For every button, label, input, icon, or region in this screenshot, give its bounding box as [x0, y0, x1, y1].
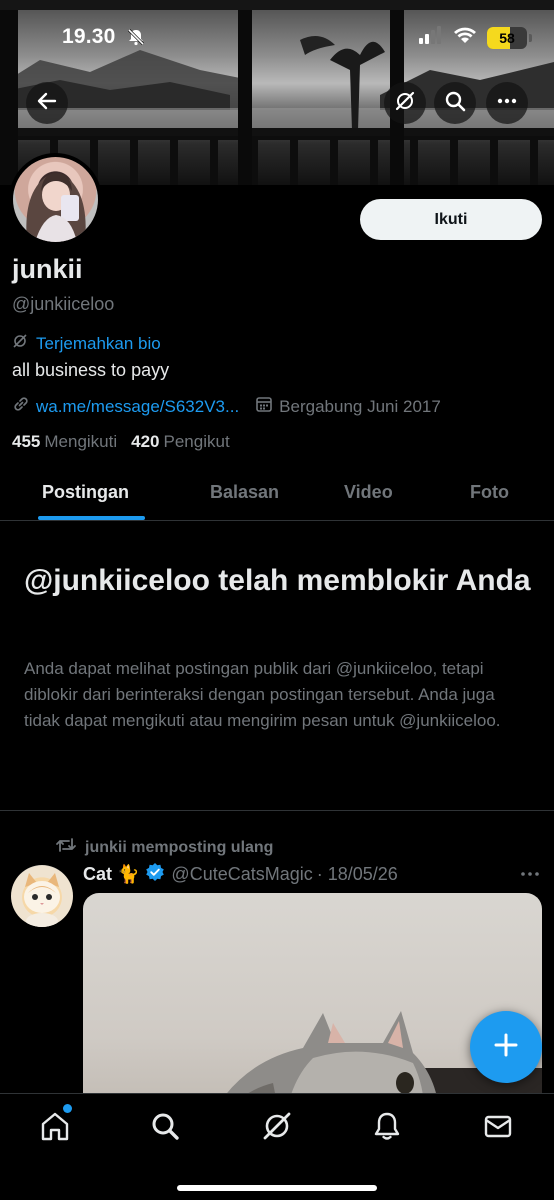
home-notification-dot	[63, 1104, 72, 1113]
bottom-navigation	[0, 1093, 554, 1200]
grok-icon	[394, 90, 416, 117]
avatar-image	[13, 157, 98, 242]
home-indicator	[177, 1185, 377, 1191]
search-icon	[149, 1113, 181, 1146]
post-date: · 18/05/26	[316, 864, 398, 884]
post-more-button[interactable]	[520, 865, 540, 883]
tab-photos[interactable]: Foto	[470, 482, 509, 503]
more-options-button[interactable]	[486, 82, 528, 124]
repost-indicator: junkii memposting ulang	[55, 836, 273, 859]
search-button[interactable]	[434, 82, 476, 124]
translate-bio-label: Terjemahkan bio	[36, 333, 161, 353]
following-link[interactable]: 455 Mengikuti	[12, 432, 117, 452]
following-count: 455	[12, 432, 41, 451]
more-icon	[496, 90, 518, 117]
tab-posts[interactable]: Postingan	[42, 482, 129, 503]
nav-search[interactable]	[149, 1110, 181, 1142]
profile-bio: all business to payy	[12, 360, 170, 380]
more-icon	[520, 865, 540, 882]
search-icon	[444, 90, 466, 117]
battery-percentage: 58	[499, 29, 515, 46]
wifi-icon	[453, 26, 477, 49]
post-author-handle: @CuteCatsMagic	[171, 864, 313, 884]
post-header: Cat 🐈 @CuteCatsMagic · 18/05/26	[83, 862, 398, 887]
bell-icon	[371, 1112, 403, 1146]
status-bar: 19.30 58	[0, 0, 554, 76]
profile-avatar[interactable]	[9, 153, 102, 246]
repost-icon	[55, 836, 77, 859]
follow-button[interactable]: Ikuti	[360, 199, 542, 240]
profile-website-link[interactable]: wa.me/message/S632V3...	[36, 397, 239, 417]
active-tab-indicator	[38, 516, 145, 520]
post-author-avatar[interactable]	[11, 865, 73, 927]
grok-button[interactable]	[384, 82, 426, 124]
plus-icon	[493, 1032, 519, 1063]
mail-icon	[482, 1115, 514, 1146]
tab-replies[interactable]: Balasan	[210, 482, 279, 503]
back-arrow-icon	[36, 90, 58, 117]
repost-label: junkii memposting ulang	[85, 838, 274, 856]
followers-link[interactable]: 420 Pengikut	[131, 432, 230, 452]
nav-grok[interactable]	[261, 1110, 293, 1142]
followers-label: Pengikut	[163, 432, 230, 451]
profile-tabs: Postingan Balasan Video Foto	[0, 468, 554, 521]
nav-notifications[interactable]	[371, 1110, 403, 1142]
section-divider	[0, 810, 554, 811]
nav-home[interactable]	[39, 1110, 71, 1142]
tab-video[interactable]: Video	[344, 482, 393, 503]
link-icon	[12, 395, 30, 418]
grok-icon	[261, 1112, 293, 1146]
profile-meta: wa.me/message/S632V3... Bergabung Juni 2…	[12, 395, 441, 418]
calendar-icon	[255, 395, 273, 418]
profile-name: junkii	[12, 254, 83, 284]
compose-post-button[interactable]	[470, 1011, 542, 1083]
follow-stats: 455 Mengikuti 420 Pengikut	[12, 432, 230, 452]
cellular-signal-icon	[419, 26, 443, 49]
joined-date: Bergabung Juni 2017	[279, 396, 441, 416]
grok-icon	[12, 333, 28, 354]
battery-indicator: 58	[487, 26, 527, 49]
verified-icon	[145, 862, 165, 887]
silent-mode-icon	[126, 27, 146, 52]
blocked-title: @junkiiceloo telah memblokir Anda	[24, 564, 531, 597]
blocked-description: Anda dapat melihat postingan publik dari…	[24, 659, 501, 730]
following-label: Mengikuti	[44, 432, 118, 451]
home-icon	[39, 1112, 71, 1146]
status-time: 19.30	[62, 25, 116, 48]
nav-messages[interactable]	[482, 1110, 514, 1142]
profile-handle: @junkiiceloo	[12, 294, 115, 314]
back-button[interactable]	[26, 82, 68, 124]
battery-tip	[529, 33, 532, 42]
post-author-name[interactable]: Cat 🐈	[83, 864, 139, 885]
followers-count: 420	[131, 432, 160, 451]
translate-bio-link[interactable]: Terjemahkan bio	[12, 333, 161, 354]
